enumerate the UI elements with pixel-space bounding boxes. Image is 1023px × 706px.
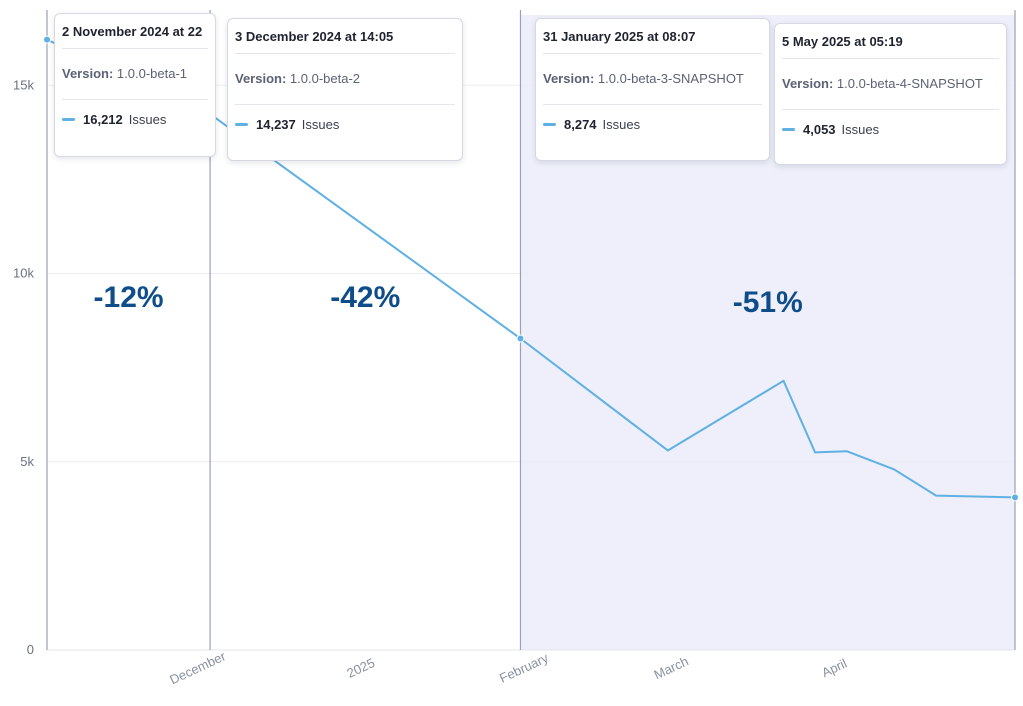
series-marker-icon [782, 128, 795, 132]
release-point [43, 35, 51, 44]
tooltip-date: 2 November 2024 at 22 [62, 24, 203, 39]
x-tick-label: 2025 [344, 655, 377, 681]
version-value: 1.0.0-beta-1 [116, 66, 188, 81]
issues-label: Issues [841, 122, 880, 137]
percent-change-label: -12% [94, 281, 164, 314]
series-marker-icon [62, 118, 75, 122]
tooltip-date: 3 December 2024 at 14:05 [235, 29, 394, 44]
percent-change-label: -51% [733, 286, 803, 319]
release-tooltip-beta-1: 2 November 2024 at 22 Version: 1.0.0-bet… [54, 13, 216, 157]
release-tooltip-beta-3: 31 January 2025 at 08:07 Version: 1.0.0-… [535, 18, 770, 161]
release-tooltip-beta-4: 5 May 2025 at 05:19 Version: 1.0.0-beta-… [774, 23, 1007, 165]
tooltip-version: Version: 1.0.0-beta-2 [228, 54, 462, 104]
x-tick-label: December [167, 648, 228, 687]
x-tick-label: February [497, 650, 551, 686]
issues-count: 4,053 [803, 122, 836, 137]
x-tick-label: April [819, 656, 849, 681]
tooltip-date: 5 May 2025 at 05:19 [782, 34, 903, 49]
version-value: 1.0.0-beta-4-SNAPSHOT [836, 76, 983, 91]
y-tick-label: 10k [13, 266, 34, 281]
y-tick-label: 5k [20, 454, 34, 469]
issues-count: 14,237 [256, 117, 296, 132]
tooltip-issues: 4,053 Issues [775, 110, 1006, 150]
issues-label: Issues [301, 117, 340, 132]
y-tick-label: 15k [13, 77, 34, 92]
tooltip-issues: 8,274 Issues [536, 105, 769, 145]
version-label: Version: [235, 71, 287, 86]
version-label: Version: [782, 76, 834, 91]
tooltip-issues: 14,237 Issues [228, 105, 462, 145]
release-point [1011, 493, 1019, 502]
version-label: Version: [543, 71, 595, 86]
percent-change-label: -42% [330, 281, 400, 314]
series-marker-icon [543, 123, 556, 127]
tooltip-issues: 16,212 Issues [55, 100, 215, 140]
release-tooltip-beta-2: 3 December 2024 at 14:05 Version: 1.0.0-… [227, 18, 463, 161]
tooltip-version: Version: 1.0.0-beta-4-SNAPSHOT [775, 59, 1006, 109]
issues-label: Issues [602, 117, 641, 132]
tooltip-date: 31 January 2025 at 08:07 [543, 29, 696, 44]
issues-count: 8,274 [564, 117, 597, 132]
release-point [516, 334, 525, 343]
x-tick-label: March [652, 653, 691, 682]
version-value: 1.0.0-beta-3-SNAPSHOT [597, 71, 744, 86]
issues-count: 16,212 [83, 112, 123, 127]
tooltip-version: Version: 1.0.0-beta-1 [55, 49, 215, 99]
issues-label: Issues [128, 112, 167, 127]
version-value: 1.0.0-beta-2 [289, 71, 361, 86]
version-label: Version: [62, 66, 114, 81]
series-marker-icon [235, 123, 248, 127]
y-tick-label: 0 [27, 642, 34, 657]
tooltip-version: Version: 1.0.0-beta-3-SNAPSHOT [536, 54, 769, 104]
